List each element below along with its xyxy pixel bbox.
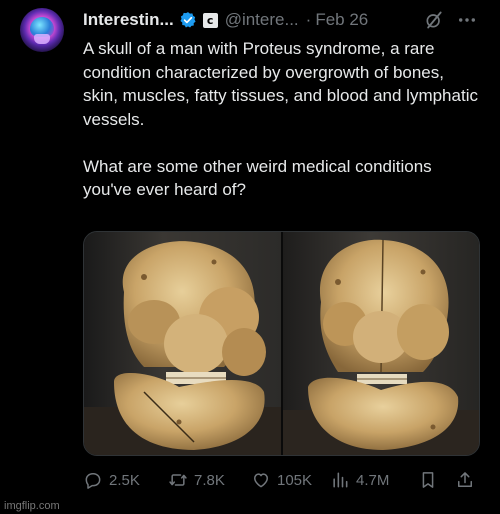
post-header: Interestin... c @intere... · Feb 26: [83, 9, 368, 31]
post-media[interactable]: [83, 231, 480, 456]
like-count: 105K: [277, 471, 313, 489]
bookmark-button[interactable]: [418, 470, 444, 490]
view-count: 4.7M: [356, 471, 390, 489]
post-paragraph-1: A skull of a man with Proteus syndrome, …: [83, 39, 478, 129]
share-button[interactable]: [455, 470, 481, 490]
author-handle[interactable]: @intere...: [225, 10, 299, 30]
reply-button[interactable]: 2.5K: [83, 470, 140, 490]
reply-count: 2.5K: [109, 471, 140, 489]
bookmark-icon: [422, 472, 434, 488]
action-bar: 2.5K 7.8K 105K 4.7M: [83, 470, 483, 494]
verified-icon: [180, 12, 196, 28]
skull-illustration-right: [283, 239, 479, 455]
repost-icon: [169, 474, 187, 486]
post-date[interactable]: Feb 26: [315, 10, 368, 30]
like-button[interactable]: 105K: [251, 470, 312, 490]
reply-icon: [85, 473, 101, 489]
views-button[interactable]: 4.7M: [330, 470, 389, 490]
post-text: A skull of a man with Proteus syndrome, …: [83, 37, 483, 202]
repost-button[interactable]: 7.8K: [168, 470, 225, 490]
views-icon: [333, 472, 348, 488]
more-icon[interactable]: [456, 11, 478, 29]
separator-dot: ·: [305, 10, 312, 29]
like-icon: [254, 473, 268, 488]
repost-count: 7.8K: [194, 471, 225, 489]
skull-image-right[interactable]: [283, 232, 479, 455]
affiliate-badge[interactable]: c: [202, 12, 218, 28]
grok-slash-icon[interactable]: [424, 10, 444, 30]
author-name[interactable]: Interestin...: [83, 10, 174, 30]
skull-illustration-left: [84, 241, 281, 455]
imgflip-watermark: imgflip.com: [4, 500, 60, 512]
post-card: Interestin... c @intere... · Feb 26 A sk…: [0, 0, 500, 514]
avatar-jaw-graphic: [34, 34, 50, 44]
avatar[interactable]: [20, 8, 64, 52]
skull-image-left[interactable]: [84, 232, 281, 455]
share-icon: [458, 472, 472, 487]
post-paragraph-2: What are some other weird medical condit…: [83, 156, 432, 200]
